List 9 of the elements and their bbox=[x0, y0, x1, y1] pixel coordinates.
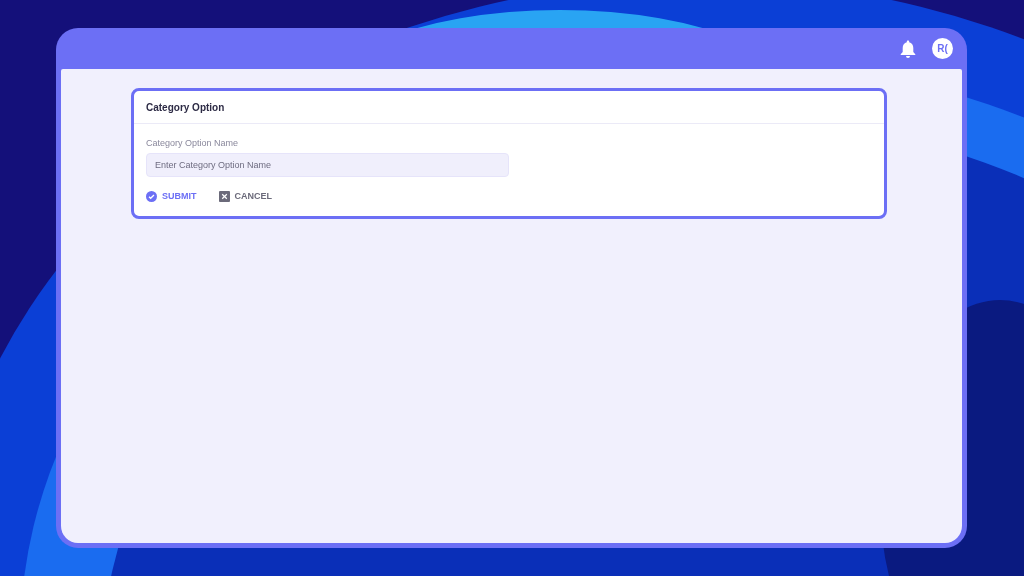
cancel-button[interactable]: CANCEL bbox=[218, 190, 272, 204]
field-label: Category Option Name bbox=[146, 139, 240, 148]
check-circle-icon bbox=[146, 191, 157, 203]
submit-button[interactable]: SUBMIT bbox=[146, 190, 197, 204]
notification-bell-icon bbox=[900, 39, 916, 58]
user-avatar[interactable]: R( bbox=[932, 38, 953, 59]
close-icon bbox=[218, 191, 230, 203]
category-option-name-field[interactable]: Enter Category Option Name bbox=[146, 153, 509, 177]
card-title: Category Option bbox=[146, 100, 225, 115]
